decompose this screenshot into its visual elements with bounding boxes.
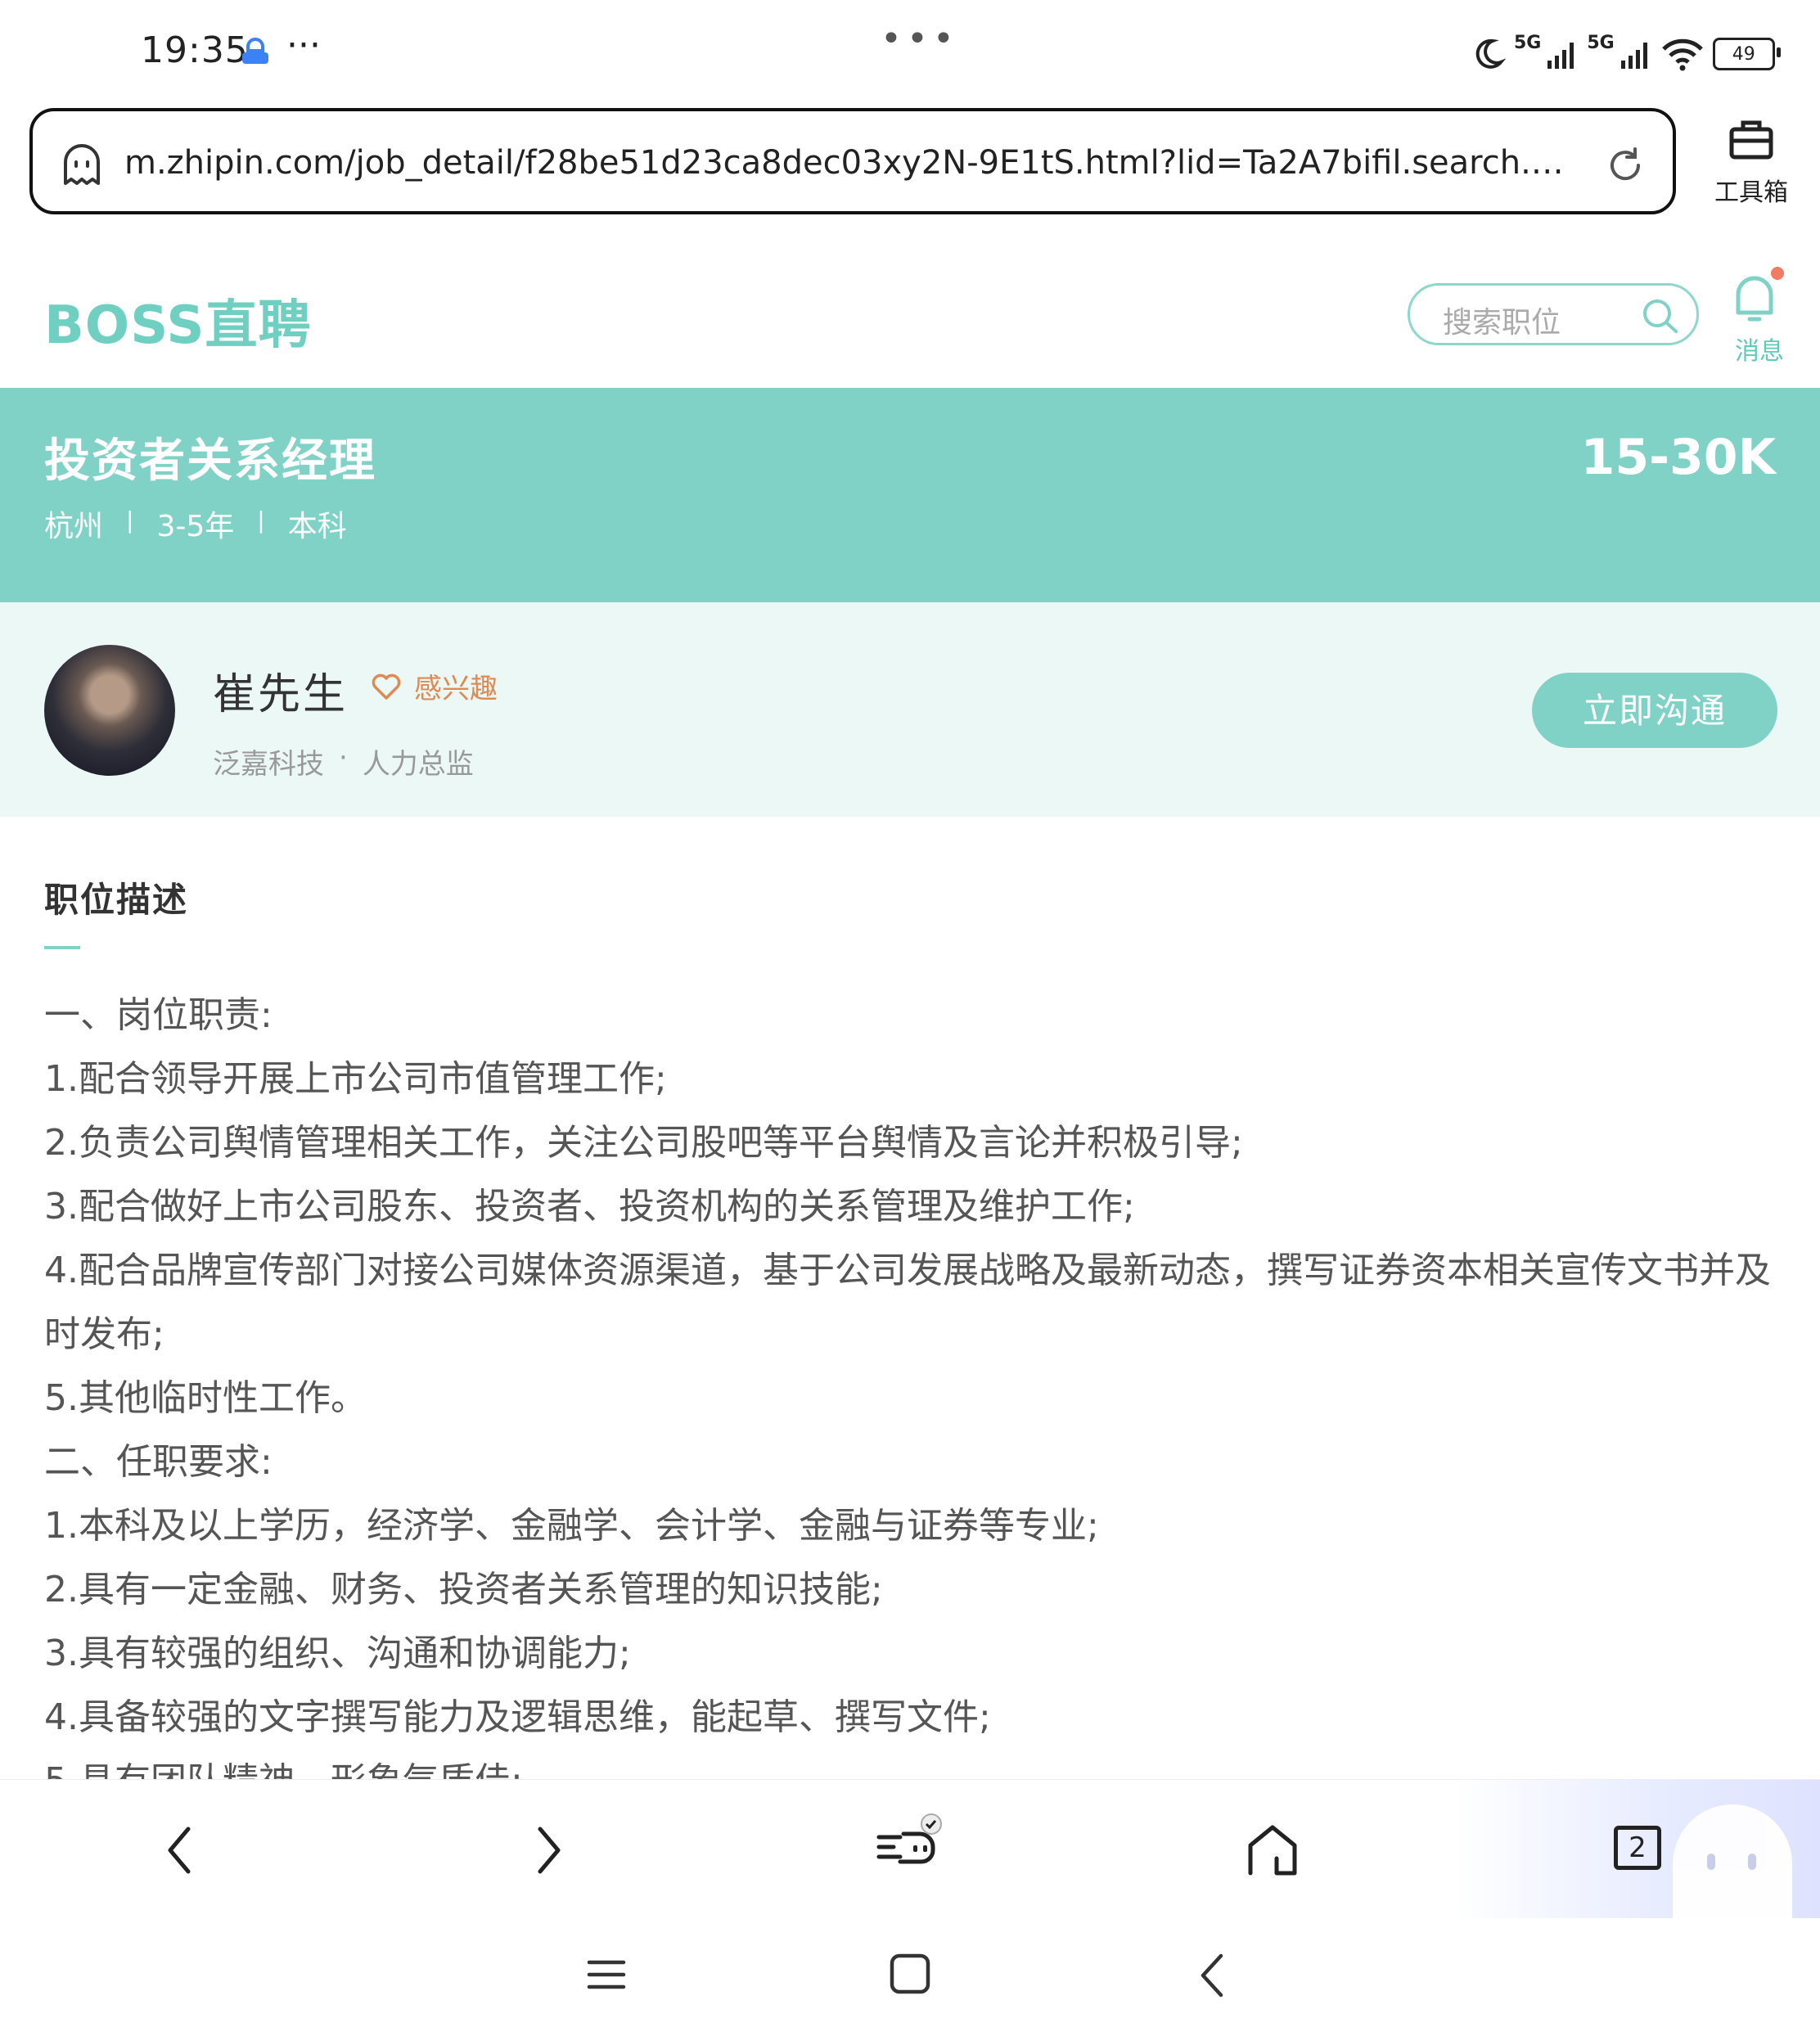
chat-now-button[interactable]: 立即沟通: [1532, 673, 1777, 748]
interest-label: 感兴趣: [414, 673, 498, 705]
desc-line: 4.具备较强的文字撰写能力及逻辑思维，能起草、撰写文件;: [44, 1696, 991, 1738]
messages-button[interactable]: 消息: [1727, 267, 1786, 366]
job-banner: 投资者关系经理 15-30K 杭州 | 3-5年 | 本科: [0, 388, 1820, 602]
avatar[interactable]: [44, 645, 175, 776]
company-name: 泛嘉科技: [213, 748, 324, 781]
menu-icon[interactable]: [874, 1813, 943, 1881]
app-notification-icon: [237, 36, 273, 72]
home-icon[interactable]: [1244, 1821, 1301, 1881]
desc-line: 1.本科及以上学历，经济学、金融学、会计学、金融与证券等专业;: [44, 1505, 1099, 1547]
toolbox-icon: [1729, 120, 1773, 160]
recruiter-name: 崔先生: [213, 670, 349, 719]
boss-logo[interactable]: BOSS直聘: [44, 283, 312, 358]
signal-icon-2: [1620, 43, 1647, 69]
5g-label-1: 5G: [1514, 32, 1542, 53]
url-text[interactable]: m.zhipin.com/job_detail/f28be51d23ca8dec…: [124, 144, 1573, 182]
desc-line: 3.配合做好上市公司股东、投资者、投资机构的关系管理及维护工作;: [44, 1186, 1135, 1227]
desc-line: 1.配合领导开展上市公司市值管理工作;: [44, 1058, 667, 1100]
desc-line: 2.负责公司舆情管理相关工作，关注公司股吧等平台舆情及言论并积极引导;: [44, 1122, 1243, 1164]
search-icon[interactable]: [1641, 297, 1680, 340]
status-time: 19:35: [141, 29, 249, 71]
bell-icon: [1736, 276, 1773, 322]
heading-underline: [44, 946, 80, 949]
desc-line: 3.具有较强的组织、沟通和协调能力;: [44, 1633, 631, 1674]
meta-separator: |: [257, 507, 265, 534]
job-experience: 3-5年: [156, 510, 235, 543]
recruiter-card: 崔先生 感兴趣 泛嘉科技 · 人力总监 立即沟通: [0, 602, 1820, 817]
desc-line: 5.其他临时性工作。: [44, 1377, 367, 1419]
recents-menu-icon[interactable]: [586, 1954, 627, 1998]
job-education: 本科: [287, 510, 347, 543]
job-salary: 15-30K: [1580, 429, 1776, 486]
toolbox-label: 工具箱: [1714, 178, 1788, 207]
battery-level: 49: [1732, 43, 1755, 65]
heart-icon: [372, 673, 401, 700]
notification-dot: [1771, 267, 1784, 280]
status-more-icon: ···: [286, 25, 321, 66]
chevron-left-icon[interactable]: [160, 1824, 200, 1880]
desc-line: 5.具有团队精神，形象气质佳;: [44, 1750, 1787, 1779]
job-title: 投资者关系经理: [44, 435, 376, 488]
5g-label-2: 5G: [1587, 32, 1615, 53]
system-nav-bar: [0, 1918, 1820, 2036]
signal-icon-1: [1547, 43, 1574, 69]
desc-line: 一、岗位职责:: [44, 994, 273, 1036]
dot-separator: ·: [339, 741, 348, 774]
tabs-icon[interactable]: 2: [1614, 1826, 1661, 1870]
moon-icon: [1475, 38, 1506, 69]
toolbox-button[interactable]: 工具箱: [1702, 115, 1800, 221]
url-bar[interactable]: m.zhipin.com/job_detail/f28be51d23ca8dec…: [29, 108, 1676, 214]
recruiter-company-info: 泛嘉科技 · 人力总监: [213, 741, 474, 782]
system-back-icon[interactable]: [1196, 1953, 1229, 2002]
job-meta: 杭州 | 3-5年 | 本科: [44, 502, 347, 545]
description-body: 一、岗位职责: 1.配合领导开展上市公司市值管理工作; 2.负责公司舆情管理相关…: [44, 984, 1787, 1779]
desc-line: 二、任职要求:: [44, 1441, 273, 1483]
search-input[interactable]: 搜索职位: [1408, 283, 1699, 345]
ghost-mascot-icon[interactable]: [1673, 1804, 1792, 1919]
wifi-icon: [1661, 38, 1703, 71]
meta-separator: |: [126, 507, 134, 534]
tab-count: 2: [1629, 1831, 1647, 1864]
chevron-right-icon[interactable]: [529, 1824, 568, 1880]
system-home-icon[interactable]: [889, 1953, 931, 1998]
recruiter-position: 人力总监: [362, 748, 474, 781]
desc-line: 4.配合品牌宣传部门对接公司媒体资源渠道，基于公司发展战略及最新动态，撰写证券资…: [44, 1250, 1771, 1355]
status-center-dots: •••: [881, 18, 959, 60]
search-placeholder: 搜索职位: [1443, 306, 1561, 340]
interest-button[interactable]: 感兴趣: [370, 666, 498, 706]
ghost-icon[interactable]: [57, 139, 106, 191]
messages-label: 消息: [1735, 337, 1784, 366]
browser-bottom-nav: 2: [0, 1779, 1820, 1919]
desc-line: 2.具有一定金融、财务、投资者关系管理的知识技能;: [44, 1569, 883, 1610]
job-city: 杭州: [44, 510, 104, 543]
status-icons: 5G 5G 49: [1470, 29, 1781, 79]
battery-indicator: 49: [1712, 38, 1781, 70]
reload-icon[interactable]: [1604, 144, 1647, 190]
status-bar: 19:35 ··· ••• 5G 5G 49: [0, 0, 1820, 106]
description-heading: 职位描述: [44, 880, 189, 920]
